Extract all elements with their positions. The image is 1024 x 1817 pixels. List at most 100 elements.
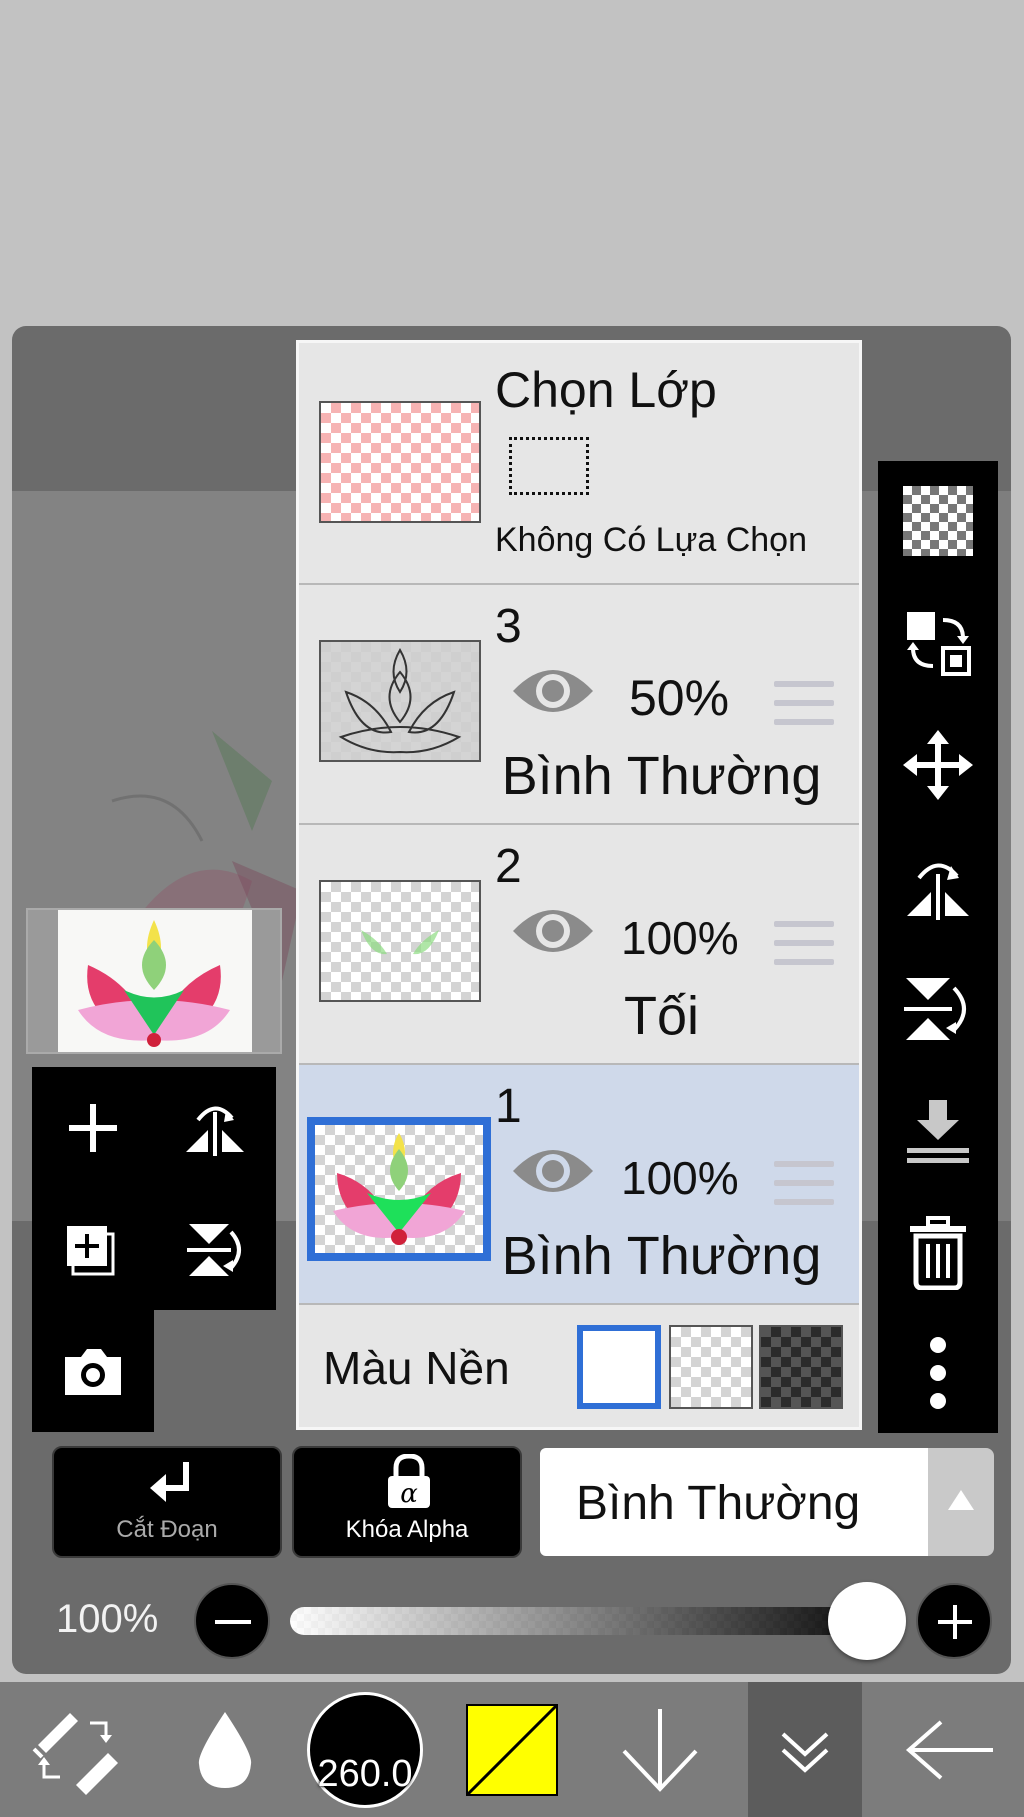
opacity-increase-button[interactable] bbox=[916, 1583, 992, 1659]
layers-list: Chọn Lớp Không Có Lựa Chọn 3 50% Bình Th… bbox=[296, 340, 862, 1430]
more-options-button[interactable] bbox=[878, 1313, 998, 1433]
selection-marquee-icon bbox=[509, 437, 589, 495]
import-photo-button[interactable] bbox=[32, 1310, 154, 1432]
back-button[interactable] bbox=[890, 1682, 1010, 1817]
move-icon bbox=[903, 730, 973, 800]
clipping-label: Cắt Đoạn bbox=[116, 1516, 218, 1543]
opacity-drop-button[interactable] bbox=[170, 1682, 280, 1817]
minus-icon bbox=[215, 1620, 251, 1624]
clipping-button[interactable]: Cắt Đoạn bbox=[52, 1446, 282, 1558]
camera-icon bbox=[65, 1349, 121, 1395]
triangle-up-icon bbox=[948, 1490, 974, 1510]
transparent-fill-button[interactable] bbox=[878, 461, 998, 581]
flip-horizontal-button[interactable] bbox=[878, 827, 998, 947]
opacity-decrease-button[interactable] bbox=[194, 1583, 270, 1659]
swap-layer-button[interactable] bbox=[878, 583, 998, 703]
brush-size-circle: 260.0 bbox=[307, 1691, 423, 1808]
layer-2-opacity[interactable]: 100% bbox=[621, 911, 739, 965]
water-drop-icon bbox=[198, 1711, 252, 1788]
blend-mode-dropdown-button[interactable] bbox=[928, 1448, 994, 1556]
add-copy-layer-button[interactable] bbox=[32, 1189, 154, 1311]
arrow-down-icon bbox=[622, 1708, 698, 1792]
layer-3-thumbnail-art bbox=[338, 648, 462, 754]
blend-mode-value: Bình Thường bbox=[576, 1477, 861, 1530]
layer-row-1[interactable]: 1 100% Bình Thường bbox=[299, 1065, 859, 1305]
add-layer-button[interactable] bbox=[32, 1067, 154, 1189]
layer-3-drag-handle[interactable] bbox=[774, 681, 834, 738]
plus-icon bbox=[69, 1104, 117, 1152]
double-chevron-down-icon bbox=[781, 1732, 829, 1773]
layer-3-number: 3 bbox=[495, 600, 522, 653]
left-toolbar-bottom bbox=[32, 1310, 154, 1432]
brush-size-button[interactable]: 260.0 bbox=[300, 1682, 430, 1817]
brush-eraser-swap-icon bbox=[32, 1712, 118, 1795]
layer-3-opacity[interactable]: 50% bbox=[629, 669, 729, 727]
selection-layer-subtitle: Không Có Lựa Chọn bbox=[495, 521, 807, 559]
bottom-toolbar: 260.0 bbox=[0, 1682, 1024, 1817]
layer-1-blend-mode[interactable]: Bình Thường bbox=[469, 1225, 854, 1287]
delete-layer-button[interactable] bbox=[878, 1193, 998, 1313]
selection-layer-thumbnail bbox=[319, 401, 481, 523]
layer-down-button[interactable] bbox=[600, 1682, 720, 1817]
opacity-slider-track[interactable] bbox=[290, 1607, 870, 1635]
layer-3-thumbnail bbox=[319, 640, 481, 762]
layer-2-blend-mode[interactable]: Tối bbox=[469, 985, 854, 1047]
color-picker-button[interactable] bbox=[452, 1682, 572, 1817]
layer-2-visibility-toggle[interactable] bbox=[511, 903, 595, 959]
lock-icon: α bbox=[388, 1454, 430, 1509]
selection-layer-row[interactable]: Chọn Lớp Không Có Lựa Chọn bbox=[299, 343, 859, 585]
left-toolbar bbox=[32, 1067, 276, 1310]
alpha-lock-button[interactable]: α Khóa Alpha bbox=[292, 1446, 522, 1558]
flip-vertical-button[interactable] bbox=[878, 949, 998, 1069]
layer-2-drag-handle[interactable] bbox=[774, 921, 834, 978]
flip-vertical-icon bbox=[904, 978, 966, 1040]
layer-3-blend-mode[interactable]: Bình Thường bbox=[469, 745, 854, 807]
layer-2-thumbnail-art bbox=[361, 930, 439, 955]
more-icon bbox=[930, 1337, 946, 1409]
opacity-slider-thumb[interactable] bbox=[828, 1582, 906, 1660]
right-toolbar bbox=[878, 461, 998, 1433]
canvas-preview-thumbnail[interactable] bbox=[26, 908, 282, 1054]
layer-1-drag-handle[interactable] bbox=[774, 1161, 834, 1218]
merge-down-button[interactable] bbox=[878, 1071, 998, 1191]
trash-icon bbox=[910, 1216, 966, 1290]
layer-row-3[interactable]: 3 50% Bình Thường bbox=[299, 585, 859, 825]
background-dark-checker-option[interactable] bbox=[759, 1325, 843, 1409]
eye-icon bbox=[513, 910, 593, 952]
selection-layer-title: Chọn Lớp bbox=[495, 362, 717, 418]
flip-horizontal-icon bbox=[186, 1106, 244, 1156]
brush-eraser-toggle-button[interactable] bbox=[10, 1682, 140, 1817]
eye-icon bbox=[513, 1150, 593, 1192]
flip-horizontal-layer-button[interactable] bbox=[154, 1067, 276, 1189]
layers-panel-toggle-button[interactable] bbox=[748, 1682, 862, 1817]
layer-2-thumbnail bbox=[319, 880, 481, 1002]
plus-icon bbox=[938, 1605, 972, 1639]
svg-text:α: α bbox=[400, 1479, 418, 1509]
layer-1-thumbnail-art bbox=[333, 1133, 465, 1245]
clipping-arrow-icon bbox=[150, 1462, 189, 1502]
background-white-option[interactable] bbox=[577, 1325, 661, 1409]
layer-1-number: 1 bbox=[495, 1080, 522, 1133]
merge-down-icon bbox=[907, 1100, 969, 1163]
flip-vertical-layer-button[interactable] bbox=[154, 1189, 276, 1311]
brush-size-value: 260.0 bbox=[317, 1752, 413, 1795]
alpha-lock-label: Khóa Alpha bbox=[345, 1516, 469, 1543]
layer-row-2[interactable]: 2 100% Tối bbox=[299, 825, 859, 1065]
opacity-value: 100% bbox=[56, 1597, 159, 1641]
flip-vertical-icon bbox=[187, 1224, 241, 1276]
swap-layer-icon bbox=[907, 612, 971, 676]
move-layer-button[interactable] bbox=[878, 705, 998, 825]
background-transparent-option[interactable] bbox=[669, 1325, 753, 1409]
checker-icon bbox=[903, 486, 973, 556]
layer-3-visibility-toggle[interactable] bbox=[511, 663, 595, 719]
layer-1-visibility-toggle[interactable] bbox=[511, 1143, 595, 1199]
layer-1-thumbnail bbox=[307, 1117, 491, 1261]
arrow-left-icon bbox=[905, 1719, 993, 1780]
layer-1-opacity[interactable]: 100% bbox=[621, 1151, 739, 1205]
background-color-row: Màu Nền bbox=[299, 1305, 859, 1427]
eye-icon bbox=[513, 670, 593, 712]
blend-mode-select[interactable]: Bình Thường bbox=[540, 1448, 928, 1556]
flip-horizontal-icon bbox=[907, 863, 969, 920]
preview-artwork bbox=[28, 910, 280, 1052]
color-swatch-icon bbox=[466, 1703, 558, 1796]
